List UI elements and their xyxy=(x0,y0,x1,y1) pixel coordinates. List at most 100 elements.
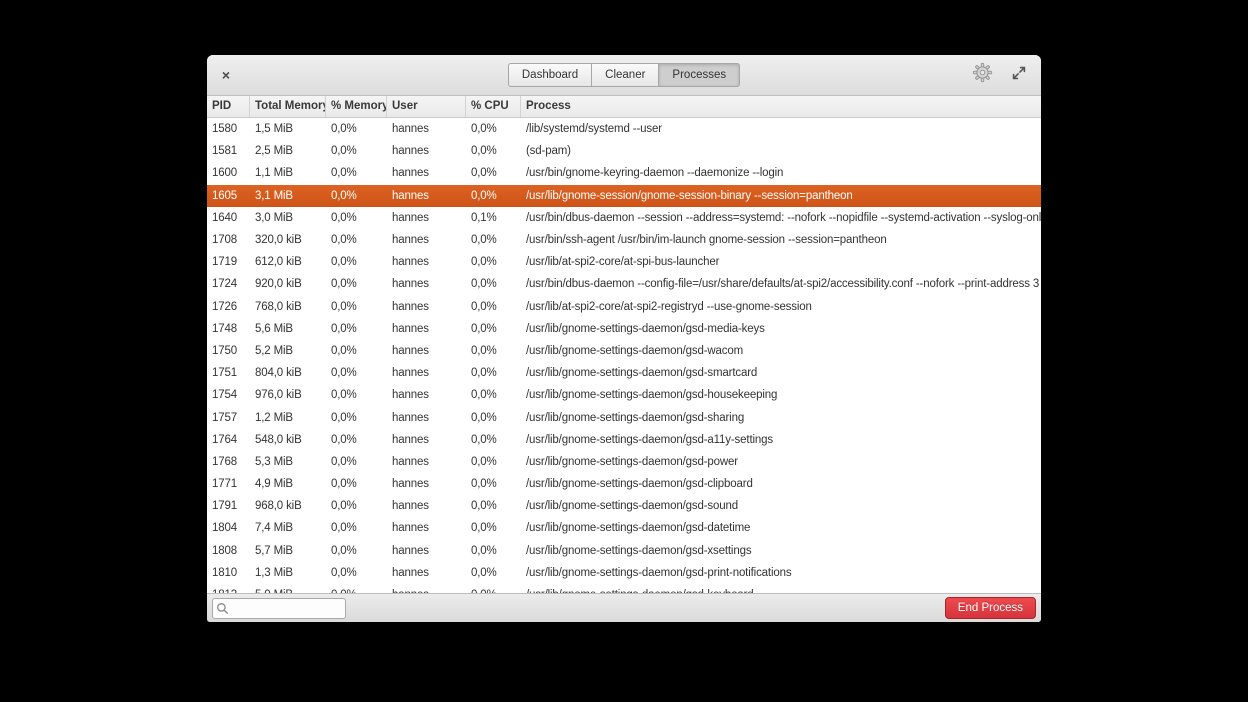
cell-pid: 1640 xyxy=(207,212,250,224)
cell-user: hannes xyxy=(387,190,466,202)
cell-pid: 1768 xyxy=(207,456,250,468)
cell-pct-memory: 0,0% xyxy=(326,389,387,401)
cell-process: /usr/lib/at-spi2-core/at-spi-bus-launche… xyxy=(521,256,1041,268)
cell-pct-memory: 0,0% xyxy=(326,123,387,135)
cell-total-memory: 5,3 MiB xyxy=(250,456,326,468)
cell-pct-memory: 0,0% xyxy=(326,167,387,179)
tab-dashboard[interactable]: Dashboard xyxy=(508,63,591,87)
table-row[interactable]: 15812,5 MiB0,0%hannes0,0%(sd-pam) xyxy=(207,140,1041,162)
cell-pct-cpu: 0,0% xyxy=(466,500,521,512)
cell-total-memory: 548,0 kiB xyxy=(250,434,326,446)
cell-pct-cpu: 0,0% xyxy=(466,301,521,313)
cell-process: /usr/lib/gnome-session/gnome-session-bin… xyxy=(521,190,1041,202)
table-header: PID Total Memory % Memory User % CPU Pro… xyxy=(207,96,1041,118)
cell-pid: 1810 xyxy=(207,567,250,579)
table-row[interactable]: 1724920,0 kiB0,0%hannes0,0%/usr/bin/dbus… xyxy=(207,273,1041,295)
cell-user: hannes xyxy=(387,278,466,290)
tab-processes[interactable]: Processes xyxy=(658,63,740,87)
table-row[interactable]: 17505,2 MiB0,0%hannes0,0%/usr/lib/gnome-… xyxy=(207,340,1041,362)
cell-user: hannes xyxy=(387,123,466,135)
cell-process: /usr/bin/dbus-daemon --config-file=/usr/… xyxy=(521,278,1041,290)
table-row[interactable]: 18085,7 MiB0,0%hannes0,0%/usr/lib/gnome-… xyxy=(207,540,1041,562)
cell-pct-cpu: 0,0% xyxy=(466,367,521,379)
resize-button[interactable] xyxy=(1007,63,1031,87)
cell-process: /usr/lib/gnome-settings-daemon/gsd-sound xyxy=(521,500,1041,512)
cell-pid: 1581 xyxy=(207,145,250,157)
table-row[interactable]: 17685,3 MiB0,0%hannes0,0%/usr/lib/gnome-… xyxy=(207,451,1041,473)
table-row[interactable]: 17714,9 MiB0,0%hannes0,0%/usr/lib/gnome-… xyxy=(207,473,1041,495)
cell-process: /usr/lib/gnome-settings-daemon/gsd-print… xyxy=(521,567,1041,579)
cell-pct-cpu: 0,0% xyxy=(466,389,521,401)
cell-total-memory: 1,2 MiB xyxy=(250,412,326,424)
table-row[interactable]: 16053,1 MiB0,0%hannes0,0%/usr/lib/gnome-… xyxy=(207,185,1041,207)
table-row[interactable]: 1726768,0 kiB0,0%hannes0,0%/usr/lib/at-s… xyxy=(207,296,1041,318)
cell-user: hannes xyxy=(387,145,466,157)
cell-user: hannes xyxy=(387,500,466,512)
table-row[interactable]: 16403,0 MiB0,0%hannes0,1%/usr/bin/dbus-d… xyxy=(207,207,1041,229)
cell-pct-memory: 0,0% xyxy=(326,434,387,446)
cell-total-memory: 2,5 MiB xyxy=(250,145,326,157)
cell-pid: 1771 xyxy=(207,478,250,490)
cell-user: hannes xyxy=(387,345,466,357)
cell-user: hannes xyxy=(387,522,466,534)
column-header-process[interactable]: Process xyxy=(521,96,1041,117)
search-input[interactable] xyxy=(212,598,346,619)
column-header-pct-memory[interactable]: % Memory xyxy=(326,96,387,117)
column-header-user[interactable]: User xyxy=(387,96,466,117)
cell-pid: 1808 xyxy=(207,545,250,557)
cell-pid: 1750 xyxy=(207,345,250,357)
cell-user: hannes xyxy=(387,167,466,179)
search-field-wrap xyxy=(212,598,346,619)
cell-pct-cpu: 0,0% xyxy=(466,545,521,557)
close-icon: × xyxy=(222,67,230,83)
table-row[interactable]: 15801,5 MiB0,0%hannes0,0%/lib/systemd/sy… xyxy=(207,118,1041,140)
cell-total-memory: 768,0 kiB xyxy=(250,301,326,313)
footer-bar: End Process xyxy=(207,593,1041,622)
table-row[interactable]: 18101,3 MiB0,0%hannes0,0%/usr/lib/gnome-… xyxy=(207,562,1041,584)
table-row[interactable]: 1791968,0 kiB0,0%hannes0,0%/usr/lib/gnom… xyxy=(207,495,1041,517)
cell-total-memory: 1,5 MiB xyxy=(250,123,326,135)
table-row[interactable]: 17485,6 MiB0,0%hannes0,0%/usr/lib/gnome-… xyxy=(207,318,1041,340)
cell-pid: 1708 xyxy=(207,234,250,246)
gear-icon xyxy=(972,62,993,88)
cell-pct-cpu: 0,0% xyxy=(466,145,521,157)
expand-icon xyxy=(1011,65,1027,86)
cell-total-memory: 7,4 MiB xyxy=(250,522,326,534)
table-row[interactable]: 1719612,0 kiB0,0%hannes0,0%/usr/lib/at-s… xyxy=(207,251,1041,273)
cell-pct-cpu: 0,0% xyxy=(466,478,521,490)
cell-total-memory: 968,0 kiB xyxy=(250,500,326,512)
table-row[interactable]: 18047,4 MiB0,0%hannes0,0%/usr/lib/gnome-… xyxy=(207,517,1041,539)
table-row[interactable]: 18125,0 MiB0,0%hannes0,0%/usr/lib/gnome-… xyxy=(207,584,1041,593)
cell-pct-cpu: 0,0% xyxy=(466,567,521,579)
cell-process: /lib/systemd/systemd --user xyxy=(521,123,1041,135)
cell-process: (sd-pam) xyxy=(521,145,1041,157)
close-button[interactable]: × xyxy=(215,64,237,86)
cell-pid: 1600 xyxy=(207,167,250,179)
table-row[interactable]: 1764548,0 kiB0,0%hannes0,0%/usr/lib/gnom… xyxy=(207,429,1041,451)
cell-pid: 1764 xyxy=(207,434,250,446)
cell-user: hannes xyxy=(387,367,466,379)
cell-pid: 1751 xyxy=(207,367,250,379)
table-row[interactable]: 1708320,0 kiB0,0%hannes0,0%/usr/bin/ssh-… xyxy=(207,229,1041,251)
table-row[interactable]: 16001,1 MiB0,0%hannes0,0%/usr/bin/gnome-… xyxy=(207,162,1041,184)
system-monitor-window: × Dashboard Cleaner Processes xyxy=(207,55,1041,622)
cell-total-memory: 5,7 MiB xyxy=(250,545,326,557)
settings-button[interactable] xyxy=(970,63,994,87)
cell-total-memory: 320,0 kiB xyxy=(250,234,326,246)
end-process-button[interactable]: End Process xyxy=(945,597,1036,619)
table-row[interactable]: 17571,2 MiB0,0%hannes0,0%/usr/lib/gnome-… xyxy=(207,406,1041,428)
cell-pct-memory: 0,0% xyxy=(326,367,387,379)
cell-process: /usr/lib/gnome-settings-daemon/gsd-xsett… xyxy=(521,545,1041,557)
table-row[interactable]: 1754976,0 kiB0,0%hannes0,0%/usr/lib/gnom… xyxy=(207,384,1041,406)
cell-user: hannes xyxy=(387,478,466,490)
cell-user: hannes xyxy=(387,389,466,401)
cell-pct-memory: 0,0% xyxy=(326,301,387,313)
table-row[interactable]: 1751804,0 kiB0,0%hannes0,0%/usr/lib/gnom… xyxy=(207,362,1041,384)
column-header-pct-cpu[interactable]: % CPU xyxy=(466,96,521,117)
column-header-total-memory[interactable]: Total Memory xyxy=(250,96,326,117)
column-header-pid[interactable]: PID xyxy=(207,96,250,117)
cell-pct-memory: 0,0% xyxy=(326,234,387,246)
header-actions xyxy=(970,55,1031,95)
tab-cleaner[interactable]: Cleaner xyxy=(591,63,658,87)
cell-pct-cpu: 0,0% xyxy=(466,190,521,202)
